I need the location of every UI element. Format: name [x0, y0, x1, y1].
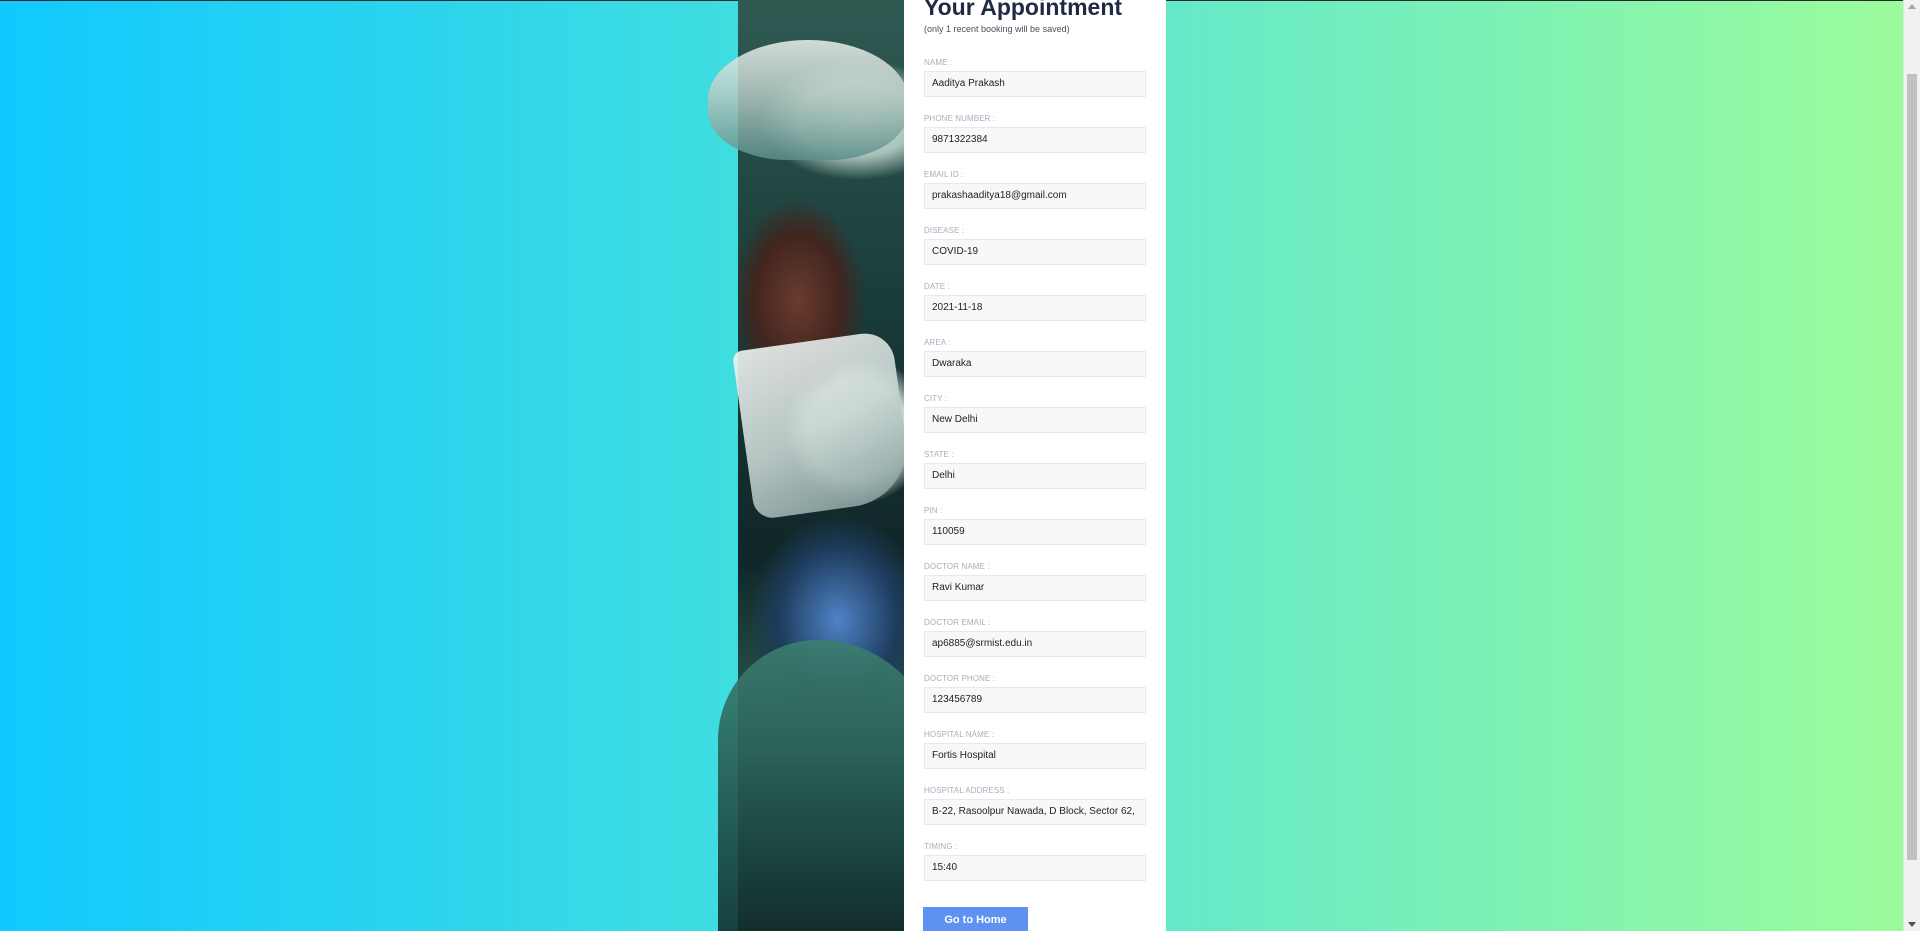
name-field[interactable]: Aaditya Prakash	[924, 71, 1146, 97]
field-hospital-name: HOSPITAL NAME : Fortis Hospital	[924, 730, 1146, 786]
hospital-name-field[interactable]: Fortis Hospital	[924, 743, 1146, 769]
field-date: DATE : 2021-11-18	[924, 282, 1146, 338]
page-subtitle: (only 1 recent booking will be saved)	[924, 24, 1070, 34]
field-doctor-email: DOCTOR EMAIL : ap6885@srmist.edu.in	[924, 618, 1146, 674]
field-label: CITY :	[924, 394, 948, 403]
surgical-mask-shape	[731, 329, 915, 521]
scroll-up-arrow-icon[interactable]	[1908, 4, 1916, 9]
email-field[interactable]: prakashaaditya18@gmail.com	[924, 183, 1146, 209]
field-doctor-name: DOCTOR NAME : Ravi Kumar	[924, 562, 1146, 618]
hospital-address-field[interactable]: B-22, Rasoolpur Nawada, D Block, Sector …	[924, 799, 1146, 825]
field-label: DATE :	[924, 282, 950, 291]
city-field[interactable]: New Delhi	[924, 407, 1146, 433]
field-timing: TIMING : 15:40	[924, 842, 1146, 898]
field-email: EMAIL ID : prakashaaditya18@gmail.com	[924, 170, 1146, 226]
field-label: STATE :	[924, 450, 954, 459]
field-label: DOCTOR PHONE :	[924, 674, 996, 683]
state-field[interactable]: Delhi	[924, 463, 1146, 489]
go-to-home-button[interactable]: Go to Home	[923, 907, 1028, 931]
doctor-photo	[708, 0, 938, 931]
scrollbar-thumb[interactable]	[1907, 74, 1917, 860]
field-phone: PHONE NUMBER : 9871322384	[924, 114, 1146, 170]
field-pin: PIN : 110059	[924, 506, 1146, 562]
field-label: NAME :	[924, 58, 953, 67]
field-label: DISEASE :	[924, 226, 965, 235]
field-hospital-address: HOSPITAL ADDRESS : B-22, Rasoolpur Nawad…	[924, 786, 1146, 842]
field-label: DOCTOR EMAIL :	[924, 618, 991, 627]
field-label: EMAIL ID :	[924, 170, 964, 179]
doctor-phone-field[interactable]: 123456789	[924, 687, 1146, 713]
field-city: CITY : New Delhi	[924, 394, 1146, 450]
field-state: STATE : Delhi	[924, 450, 1146, 506]
field-area: AREA : Dwaraka	[924, 338, 1146, 394]
doctor-name-field[interactable]: Ravi Kumar	[924, 575, 1146, 601]
scroll-down-arrow-icon[interactable]	[1908, 922, 1916, 927]
surgical-cap-shape	[708, 40, 908, 160]
page-title: Your Appointment	[924, 0, 1123, 20]
field-disease: DISEASE : COVID-19	[924, 226, 1146, 282]
phone-field[interactable]: 9871322384	[924, 127, 1146, 153]
field-label: HOSPITAL NAME :	[924, 730, 994, 739]
timing-field[interactable]: 15:40	[924, 855, 1146, 881]
field-doctor-phone: DOCTOR PHONE : 123456789	[924, 674, 1146, 730]
pin-field[interactable]: 110059	[924, 519, 1146, 545]
field-label: DOCTOR NAME :	[924, 562, 990, 571]
field-label: PIN :	[924, 506, 943, 515]
area-field[interactable]: Dwaraka	[924, 351, 1146, 377]
field-label: HOSPITAL ADDRESS :	[924, 786, 1010, 795]
doctor-email-field[interactable]: ap6885@srmist.edu.in	[924, 631, 1146, 657]
appointment-panel: Your Appointment (only 1 recent booking …	[904, 0, 1166, 931]
date-field[interactable]: 2021-11-18	[924, 295, 1146, 321]
field-label: AREA :	[924, 338, 951, 347]
field-label: TIMING :	[924, 842, 958, 851]
field-name: NAME : Aaditya Prakash	[924, 58, 1146, 114]
appointment-fields: NAME : Aaditya Prakash PHONE NUMBER : 98…	[924, 58, 1146, 898]
field-label: PHONE NUMBER :	[924, 114, 996, 123]
disease-field[interactable]: COVID-19	[924, 239, 1146, 265]
vertical-scrollbar[interactable]	[1903, 0, 1920, 931]
page-background: Your Appointment (only 1 recent booking …	[0, 0, 1920, 931]
